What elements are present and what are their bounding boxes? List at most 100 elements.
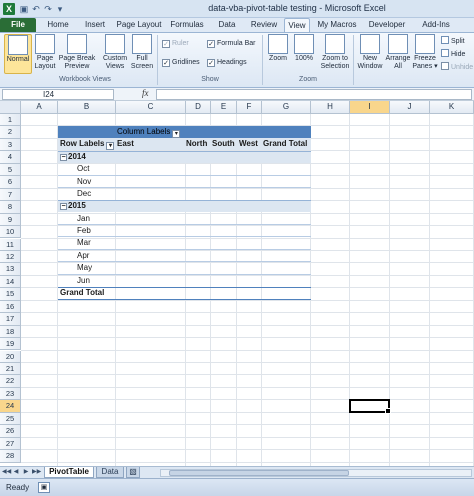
formula-input[interactable] — [156, 89, 472, 100]
row-header-19[interactable]: 19 — [0, 338, 21, 351]
row-header-12[interactable]: 12 — [0, 250, 21, 264]
row-header-11[interactable]: 11 — [0, 238, 21, 251]
row-header-9[interactable]: 9 — [0, 213, 21, 226]
macro-record-icon[interactable]: ▣ — [38, 482, 50, 493]
row-header-7[interactable]: 7 — [0, 188, 21, 202]
row-header-22[interactable]: 22 — [0, 375, 21, 388]
split-button[interactable]: Split — [441, 36, 465, 46]
row-header-26[interactable]: 26 — [0, 425, 21, 438]
column-header-a[interactable]: A — [21, 101, 58, 114]
horizontal-scrollbar[interactable] — [160, 469, 472, 477]
sheet-tab-pivottable[interactable]: PivotTable — [44, 467, 94, 478]
tab-page-layout[interactable]: Page Layout — [114, 18, 164, 32]
zoom-button[interactable]: Zoom — [266, 34, 290, 74]
year-2014-row[interactable]: −2014 — [60, 151, 86, 163]
year-2015-row[interactable]: −2015 — [60, 200, 86, 212]
column-header-e[interactable]: E — [211, 101, 237, 114]
column-header-j[interactable]: J — [390, 101, 430, 114]
last-sheet-icon[interactable]: ▶▶ — [32, 468, 41, 477]
new-window-button[interactable]: New Window — [356, 34, 384, 74]
select-all-corner[interactable] — [0, 101, 21, 114]
tab-my-macros[interactable]: My Macros — [312, 18, 362, 32]
pivot-row-line — [58, 249, 311, 250]
row-header-24[interactable]: 24 — [0, 400, 21, 413]
gridlines-checkbox[interactable]: ✓ Gridlines — [162, 58, 200, 67]
month-may[interactable]: May — [77, 262, 92, 274]
active-cell-I24[interactable] — [349, 399, 391, 415]
month-oct[interactable]: Oct — [77, 163, 89, 175]
row-header-20[interactable]: 20 — [0, 350, 21, 363]
page-break-preview-button[interactable]: Page Break Preview — [58, 34, 96, 74]
row-header-5[interactable]: 5 — [0, 163, 21, 177]
arrange-all-button[interactable]: Arrange All — [385, 34, 411, 74]
row-header-2[interactable]: 2 — [0, 126, 21, 139]
zoom-100-button[interactable]: 100% — [292, 34, 316, 74]
row-labels-field[interactable]: Row Labels ▾ — [60, 138, 115, 150]
column-header-k[interactable]: K — [430, 101, 474, 114]
month-jun[interactable]: Jun — [77, 275, 90, 287]
column-labels-dropdown-icon[interactable]: ▾ — [172, 130, 181, 138]
row-header-8[interactable]: 8 — [0, 201, 21, 214]
row-labels-dropdown-icon[interactable]: ▾ — [106, 142, 115, 150]
column-header-d[interactable]: D — [186, 101, 211, 114]
full-screen-button[interactable]: Full Screen — [130, 34, 154, 74]
row-header-3[interactable]: 3 — [0, 138, 21, 152]
custom-views-button[interactable]: Custom Views — [100, 34, 130, 74]
ruler-checkbox[interactable]: ✓ Ruler — [162, 39, 189, 48]
row-header-14[interactable]: 14 — [0, 275, 21, 289]
tab-developer[interactable]: Developer — [364, 18, 410, 32]
row-header-28[interactable]: 28 — [0, 450, 21, 463]
tab-formulas[interactable]: Formulas — [166, 18, 208, 32]
column-header-f[interactable]: F — [237, 101, 262, 114]
prev-sheet-icon[interactable]: ◀ — [12, 468, 20, 477]
month-mar[interactable]: Mar — [77, 237, 91, 249]
tab-add-ins[interactable]: Add-Ins — [412, 18, 460, 32]
row-header-23[interactable]: 23 — [0, 387, 21, 401]
tab-data[interactable]: Data — [210, 18, 244, 32]
row-header-13[interactable]: 13 — [0, 263, 21, 276]
first-sheet-icon[interactable]: ◀◀ — [2, 468, 11, 477]
unhide-button[interactable]: Unhide — [441, 62, 473, 72]
next-sheet-icon[interactable]: ▶ — [22, 468, 30, 477]
row-header-27[interactable]: 27 — [0, 437, 21, 451]
row-header-6[interactable]: 6 — [0, 176, 21, 189]
tab-review[interactable]: Review — [246, 18, 282, 32]
row-header-15[interactable]: 15 — [0, 288, 21, 301]
row-header-17[interactable]: 17 — [0, 313, 21, 326]
collapse-2015-icon[interactable]: − — [60, 203, 67, 210]
row-header-21[interactable]: 21 — [0, 363, 21, 376]
normal-view-button[interactable]: Normal — [4, 34, 32, 74]
month-dec[interactable]: Dec — [77, 188, 91, 200]
tab-file[interactable]: File — [0, 18, 36, 32]
row-header-10[interactable]: 10 — [0, 226, 21, 239]
column-header-b[interactable]: B — [58, 101, 116, 114]
column-header-i[interactable]: I — [350, 101, 390, 114]
column-header-g[interactable]: G — [262, 101, 311, 114]
column-labels-field[interactable]: Column Labels ▾ — [117, 126, 181, 138]
insert-function-icon[interactable]: fx — [142, 88, 149, 98]
zoom-to-selection-button[interactable]: Zoom to Selection — [318, 34, 352, 74]
sheet-tab-data[interactable]: Data — [96, 467, 124, 478]
row-header-18[interactable]: 18 — [0, 325, 21, 339]
row-header-4[interactable]: 4 — [0, 151, 21, 164]
scrollbar-thumb[interactable] — [169, 470, 349, 476]
headings-checkbox[interactable]: ✓ Headings — [207, 58, 247, 67]
name-box[interactable]: I24 — [2, 89, 114, 100]
row-header-16[interactable]: 16 — [0, 300, 21, 314]
freeze-panes-button[interactable]: Freeze Panes ▾ — [412, 34, 438, 74]
column-header-c[interactable]: C — [116, 101, 186, 114]
column-header-h[interactable]: H — [311, 101, 350, 114]
insert-sheet-icon[interactable]: ▧ — [126, 467, 140, 478]
collapse-2014-icon[interactable]: − — [60, 154, 67, 161]
formula-bar-checkbox[interactable]: ✓ Formula Bar — [207, 39, 256, 48]
pivot-row-line — [58, 274, 311, 275]
page-layout-view-button[interactable]: Page Layout — [33, 34, 57, 74]
worksheet-grid[interactable]: ABCDEFGHIJK 1 2 3 4 5 6 7 8 9 10 11 12 13 14 15 16 17 18 1… — [0, 101, 474, 466]
tab-home[interactable]: Home — [40, 18, 76, 32]
tab-insert[interactable]: Insert — [78, 18, 112, 32]
tab-view[interactable]: View — [284, 18, 310, 32]
row-header-25[interactable]: 25 — [0, 412, 21, 426]
row-header-1[interactable]: 1 — [0, 114, 21, 127]
hide-button[interactable]: Hide — [441, 49, 465, 59]
grid-row-line — [21, 386, 474, 388]
